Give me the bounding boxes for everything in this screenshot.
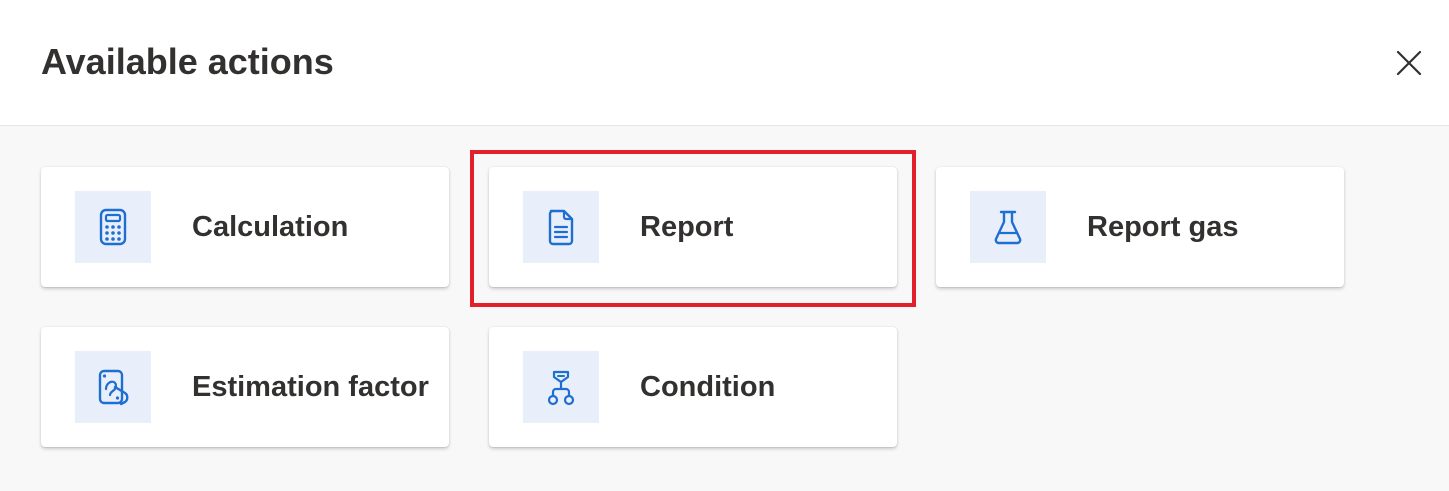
calculator-icon: [99, 208, 127, 246]
estimation-factor-icon: [98, 369, 129, 406]
close-button[interactable]: [1392, 46, 1426, 80]
action-icon-box: [523, 351, 599, 423]
action-label: Report gas: [1087, 211, 1239, 243]
action-card-calculation[interactable]: Calculation: [41, 167, 449, 287]
action-icon-box: [75, 191, 151, 263]
close-icon: [1396, 50, 1422, 76]
action-icon-box: [970, 191, 1046, 263]
flask-icon: [994, 210, 1022, 245]
action-card-report[interactable]: Report: [489, 167, 897, 287]
action-label: Report: [640, 211, 734, 243]
action-card-condition[interactable]: Condition: [489, 327, 897, 447]
action-card-report-gas[interactable]: Report gas: [936, 167, 1344, 287]
dialog-header: Available actions: [0, 0, 1449, 126]
dialog-title: Available actions: [41, 41, 334, 82]
action-icon-box: [75, 351, 151, 423]
action-label: Condition: [640, 371, 776, 403]
action-card-estimation-factor[interactable]: Estimation factor: [41, 327, 449, 447]
document-icon: [548, 209, 574, 246]
action-icon-box: [523, 191, 599, 263]
action-label: Calculation: [192, 211, 349, 243]
action-label: Estimation factor: [192, 371, 429, 403]
flow-branch-icon: [547, 370, 575, 406]
